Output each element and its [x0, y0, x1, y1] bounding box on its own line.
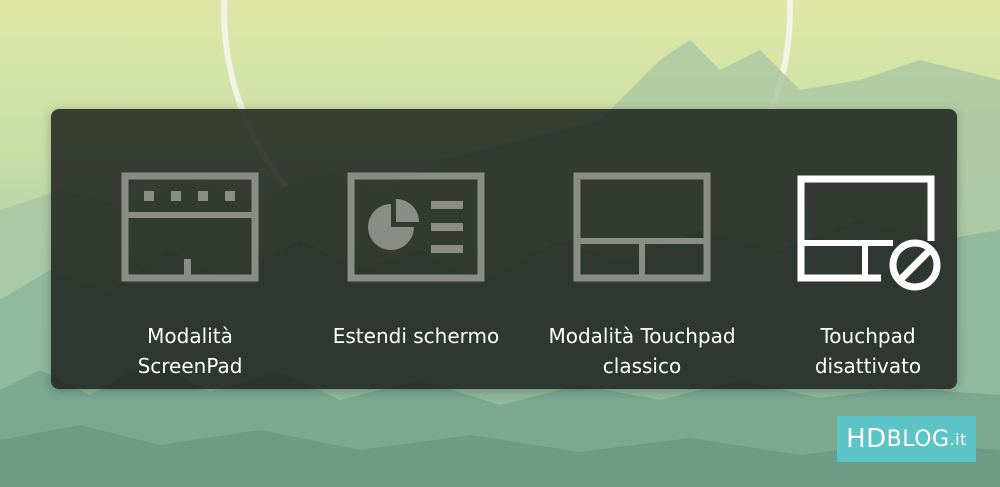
- screenpad-mode-switcher: Modalità ScreenPad Estendi schermo Modal…: [51, 109, 957, 389]
- classic-touchpad-icon: [573, 172, 711, 282]
- option-screenpad-mode[interactable]: Modalità ScreenPad: [77, 109, 303, 389]
- desktop: Modalità ScreenPad Estendi schermo Modal…: [0, 0, 1000, 487]
- option-label: Modalità ScreenPad: [137, 324, 243, 378]
- option-extend-screen[interactable]: Estendi schermo: [303, 109, 529, 389]
- option-classic-touchpad[interactable]: Modalità Touchpad classico: [529, 109, 755, 389]
- option-label: Modalità Touchpad classico: [548, 324, 736, 378]
- watermark-hd: HD: [846, 424, 887, 454]
- watermark-tld: .it: [949, 429, 967, 449]
- touchpad-disabled-icon: [797, 175, 941, 291]
- option-touchpad-disabled[interactable]: Touchpad disattivato: [755, 109, 981, 389]
- extend-screen-icon: [347, 172, 485, 282]
- screenpad-mode-icon: [121, 172, 259, 282]
- hdblog-watermark: HD BLOG .it: [837, 416, 976, 462]
- option-label: Estendi schermo: [332, 324, 500, 348]
- option-label: Touchpad disattivato: [814, 324, 922, 378]
- watermark-blog: BLOG: [886, 426, 950, 452]
